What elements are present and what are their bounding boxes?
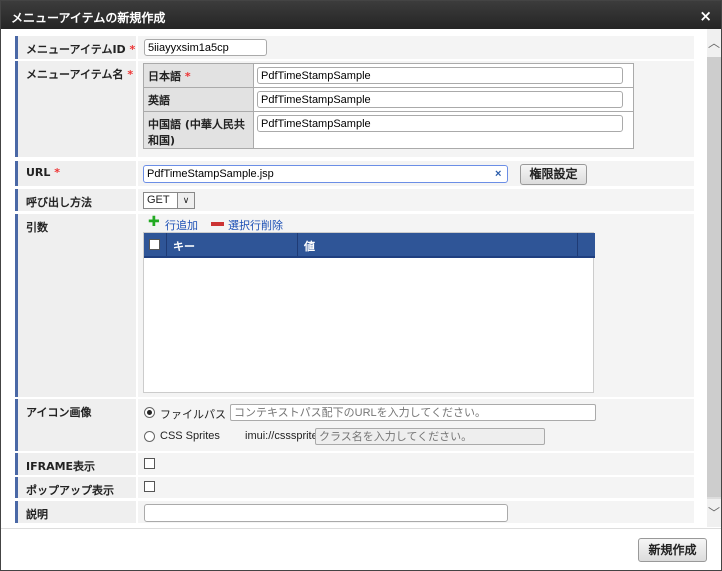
dialog-title: メニューアイテムの新規作成 [11,11,166,25]
column-key[interactable]: キー [167,233,298,256]
row-url: URL * × 権限設定 [15,161,694,186]
label-description: 説明 [15,501,136,523]
select-all-checkbox[interactable] [149,239,160,250]
form-scroll-area: メニューアイテムID * メニューアイテム名 * 日本語 * 英語 中国語 (中… [1,29,707,527]
label-method: 呼び出し方法 [15,189,136,211]
label-name: メニューアイテム名 * [15,61,136,157]
method-select[interactable]: GET ∨ [143,192,195,209]
row-args: 引数 ✚ 行追加 選択行削除 キー 値 [15,214,694,397]
file-path-radio[interactable] [144,407,155,418]
name-zh-input[interactable] [257,115,623,132]
file-path-label: ファイルパス [160,409,226,421]
label-popup: ポップアップ表示 [15,477,136,498]
chevron-down-icon: ∨ [177,193,194,208]
row-icon: アイコン画像 ファイルパス CSS Sprites imui://cssspri… [15,399,694,451]
create-button[interactable]: 新規作成 [638,538,707,562]
url-input[interactable] [143,165,508,183]
file-path-input[interactable] [230,404,596,421]
vertical-scrollbar[interactable]: ︿ ﹀ [707,29,721,527]
row-method: 呼び出し方法 GET ∨ [15,189,694,211]
permission-settings-button[interactable]: 権限設定 [520,164,587,185]
dialog-title-bar: メニューアイテムの新規作成 × [1,1,721,29]
clear-icon[interactable]: × [495,168,501,180]
scroll-down-icon[interactable]: ﹀ [707,499,721,527]
dialog-footer: 新規作成 [1,528,721,570]
row-description: 説明 [15,501,694,523]
scroll-up-icon[interactable]: ︿ [707,29,721,57]
row-popup: ポップアップ表示 [15,477,694,498]
delete-selected-rows-link[interactable]: 選択行削除 [228,217,283,233]
args-grid: キー 値 [143,232,595,393]
row-id: メニューアイテムID * [15,36,694,59]
css-class-input[interactable] [315,428,545,445]
popup-checkbox[interactable] [144,481,155,492]
lang-label-zh: 中国語 (中華人民共和国) [143,111,254,149]
label-id: メニューアイテムID * [15,36,136,59]
row-name: メニューアイテム名 * 日本語 * 英語 中国語 (中華人民共和国) [15,61,694,157]
minus-icon [211,222,224,226]
name-en-input[interactable] [257,91,623,108]
label-args: 引数 [15,214,136,397]
css-sprites-radio[interactable] [144,431,155,442]
iframe-checkbox[interactable] [144,458,155,469]
language-table: 日本語 * 英語 中国語 (中華人民共和国) [143,63,634,149]
lang-label-ja: 日本語 * [143,63,254,88]
label-url: URL * [15,161,136,186]
column-value[interactable]: 値 [298,233,578,256]
css-sprites-label: CSS Sprites [160,430,220,442]
close-icon[interactable]: × [699,7,712,25]
grid-header: キー 値 [144,233,595,258]
dialog: メニューアイテムの新規作成 × メニューアイテムID * メニューアイテム名 *… [0,0,722,571]
plus-icon: ✚ [148,214,160,230]
lang-label-en: 英語 [143,87,254,112]
row-iframe: IFRAME表示 [15,453,694,475]
description-input[interactable] [144,504,508,522]
label-icon: アイコン画像 [15,399,136,451]
label-iframe: IFRAME表示 [15,453,136,475]
scrollbar-thumb[interactable] [707,57,721,497]
name-ja-input[interactable] [257,67,623,84]
add-row-link[interactable]: 行追加 [165,217,198,233]
menu-item-id-input[interactable] [144,39,267,56]
